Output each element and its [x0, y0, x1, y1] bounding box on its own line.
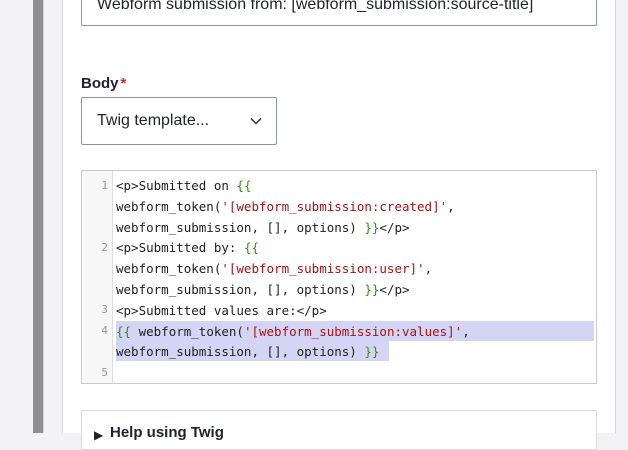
code-line: webform_token('[webform_submission:user]… [116, 261, 433, 277]
code-line: <p>Submitted on {{ [116, 178, 252, 193]
body-template-select[interactable]: Twig template... [81, 97, 277, 145]
left-gutter [43, 0, 62, 433]
code-line: webform_submission, [], options) }} [116, 344, 380, 360]
body-label-text: Body [81, 75, 119, 92]
required-marker: * [120, 75, 127, 92]
line-number: 5 [101, 366, 108, 379]
code-editor[interactable]: 1 2 3 4 5 <p>Submitted on {{ webform_toke… [81, 170, 597, 384]
help-using-twig-details[interactable]: ▶ Help using Twig [81, 410, 597, 450]
line-number-gutter: 1 2 3 4 5 [82, 171, 113, 383]
line-number: 2 [101, 241, 108, 254]
body-select-value: Twig template... [97, 112, 210, 129]
code-line: <p>Submitted by: {{ [116, 240, 259, 256]
code-line: webform_submission, [], options) }}</p> [116, 281, 410, 297]
chevron-down-icon [249, 114, 263, 128]
line-number: 1 [101, 179, 108, 192]
chevron-down-icon [570, 0, 584, 2]
email-settings-panel: Webform submission from: [webform_submis… [62, 0, 616, 450]
page-background [0, 0, 33, 433]
code-line: {{ webform_token('[webform_submission:va… [116, 323, 470, 339]
code-line: <p>Submitted values are:</p> [116, 302, 327, 318]
code-content[interactable]: <p>Submitted on {{ webform_token('[webfor… [116, 176, 470, 363]
subject-select-value: Webform submission from: [webform_submis… [97, 0, 534, 13]
subject-select[interactable]: Webform submission from: [webform_submis… [81, 0, 597, 26]
body-field-label: Body * [81, 75, 126, 92]
line-number: 3 [101, 303, 108, 316]
left-scrollbar-track [33, 0, 43, 433]
line-number: 4 [101, 324, 108, 337]
caret-right-icon: ▶ [94, 428, 104, 442]
code-line: webform_submission, [], options) }}</p> [116, 219, 410, 235]
code-line: webform_token('[webform_submission:creat… [116, 198, 455, 214]
